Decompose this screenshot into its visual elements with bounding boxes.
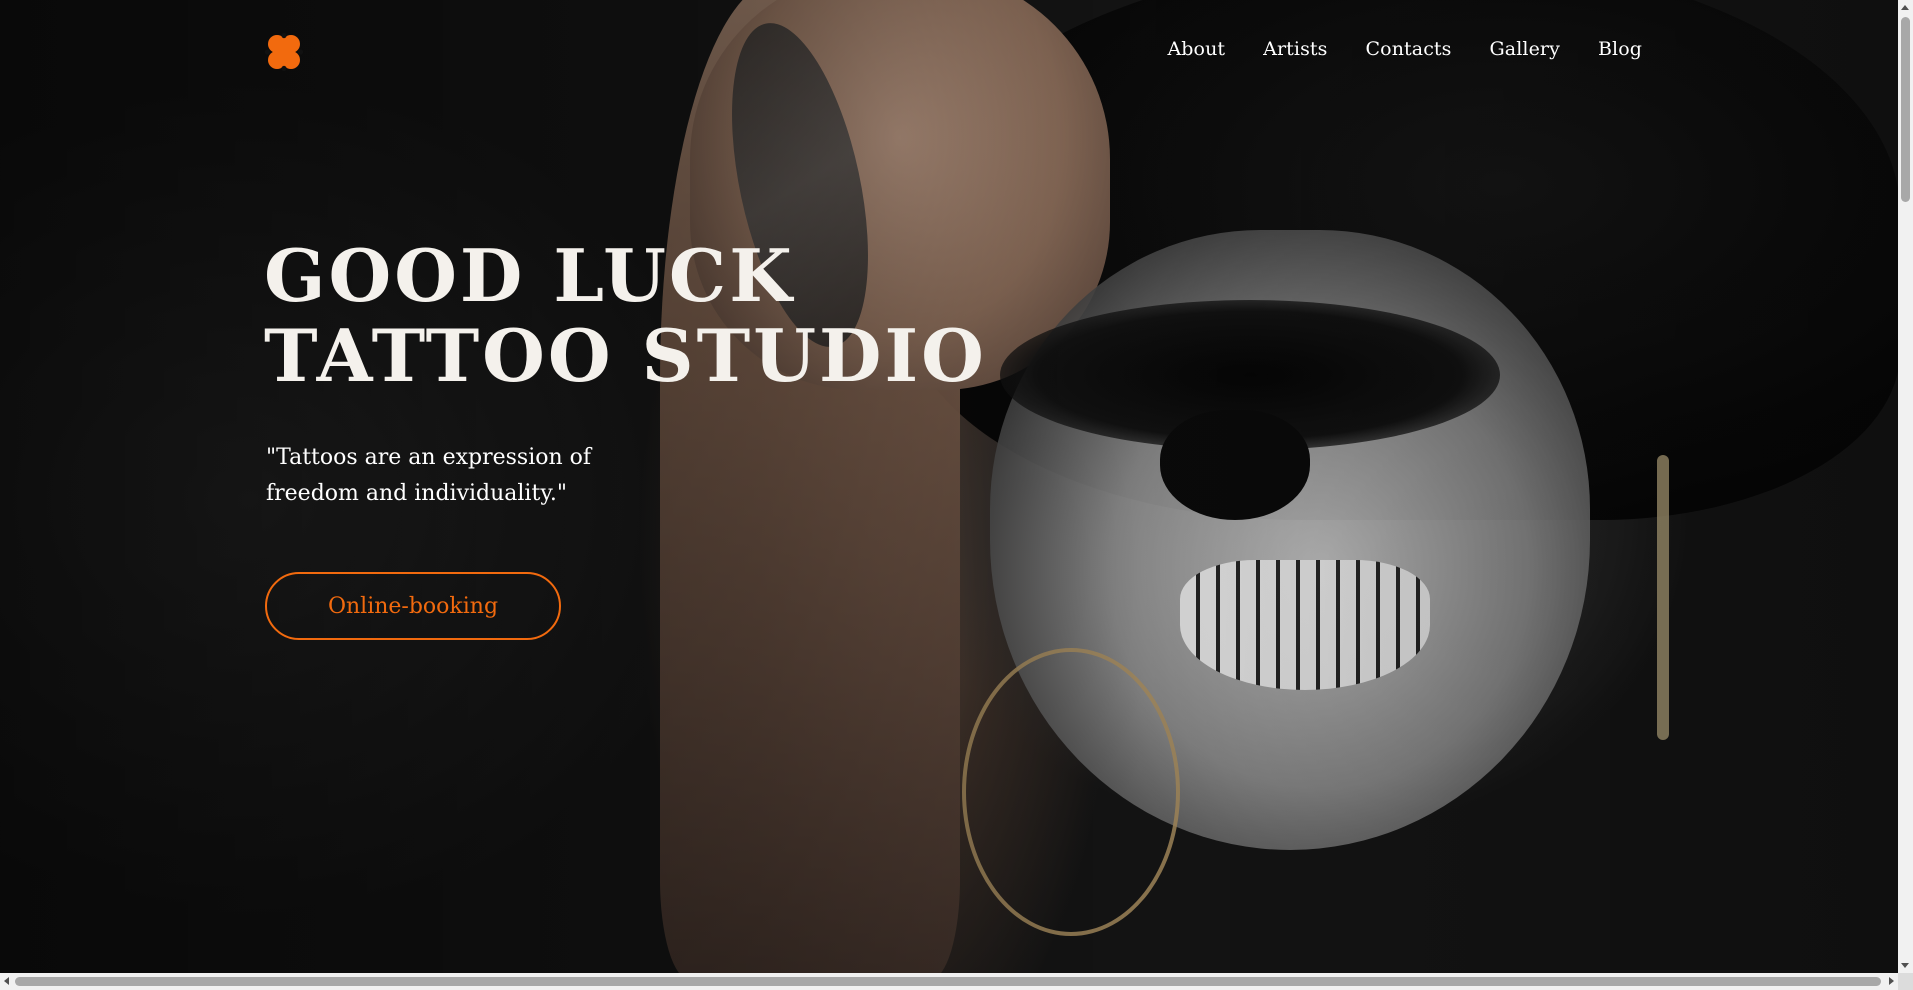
scrollbar-corner	[1898, 973, 1913, 990]
scroll-down-arrow-icon[interactable]	[1901, 963, 1909, 968]
hero-title-line-2: TATTOO STUDIO	[264, 313, 987, 398]
hero-section: About Artists Contacts Gallery Blog GOOD…	[0, 0, 1898, 973]
nav-link-blog[interactable]: Blog	[1598, 38, 1642, 60]
nav-link-gallery[interactable]: Gallery	[1490, 38, 1560, 60]
vertical-scrollbar-thumb[interactable]	[1901, 17, 1910, 202]
nav-link-about[interactable]: About	[1167, 38, 1225, 60]
nav-link-contacts[interactable]: Contacts	[1366, 38, 1452, 60]
hero-title: GOOD LUCK TATTOO STUDIO	[264, 236, 987, 396]
vertical-scrollbar[interactable]	[1898, 0, 1913, 973]
nav-link-artists[interactable]: Artists	[1263, 38, 1327, 60]
scroll-up-arrow-icon[interactable]	[1901, 5, 1909, 10]
hero-quote: "Tattoos are an expression of freedom an…	[266, 445, 592, 506]
scroll-left-arrow-icon[interactable]	[4, 977, 9, 985]
scroll-right-arrow-icon[interactable]	[1889, 977, 1894, 985]
online-booking-button[interactable]: Online-booking	[265, 572, 561, 640]
main-nav: About Artists Contacts Gallery Blog	[1167, 38, 1642, 60]
horizontal-scrollbar-thumb[interactable]	[15, 977, 1881, 986]
horizontal-scrollbar[interactable]	[0, 973, 1898, 990]
hero-title-line-1: GOOD LUCK	[264, 233, 795, 318]
four-leaf-clover-icon[interactable]	[264, 32, 304, 72]
